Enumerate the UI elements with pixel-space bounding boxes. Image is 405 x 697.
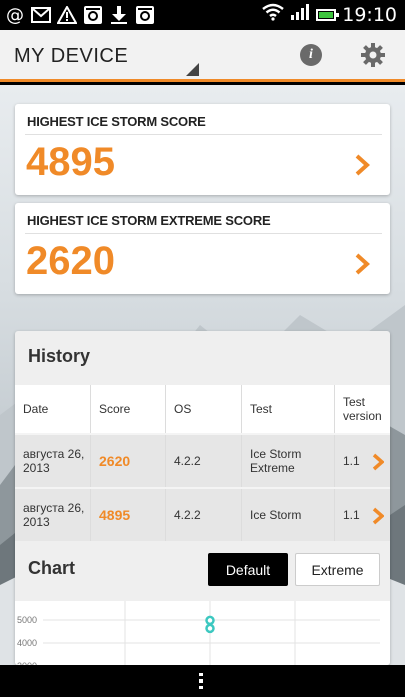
history-panel: History Date Score OS Test Test version … (15, 331, 390, 665)
table-row[interactable]: августа 26, 2013 2620 4.2.2 Ice Storm Ex… (15, 433, 390, 487)
card-score-value: 4895 (26, 140, 115, 184)
score-card-ice-storm[interactable]: HIGHEST ICE STORM SCORE 4895 (15, 104, 390, 195)
history-table: Date Score OS Test Test version августа … (15, 385, 390, 541)
info-button[interactable]: i (300, 44, 322, 66)
y-tick-label: 5000 (17, 615, 37, 625)
cell-os: 4.2.2 (166, 489, 242, 541)
menu-icon[interactable] (199, 673, 205, 689)
history-title: History (28, 346, 91, 366)
page-title[interactable]: MY DEVICE (14, 45, 128, 68)
column-header-test: Test (242, 385, 335, 433)
gear-icon[interactable] (360, 42, 386, 68)
divider (25, 134, 382, 135)
battery-icon (316, 8, 340, 21)
cell-os: 4.2.2 (166, 435, 242, 487)
table-row[interactable]: августа 26, 2013 4895 4.2.2 Ice Storm 1.… (15, 487, 390, 541)
extreme-chart-button[interactable]: Extreme (295, 553, 380, 586)
column-header-score: Score (91, 385, 166, 433)
cell-date: августа 26, 2013 (15, 435, 91, 487)
chart-title: Chart (28, 558, 76, 578)
cell-date: августа 26, 2013 (15, 489, 91, 541)
cell-test: Ice Storm (242, 489, 335, 541)
chart-point (205, 623, 215, 634)
chevron-right-icon[interactable] (372, 507, 385, 525)
download-icon (108, 4, 130, 26)
card-title: HIGHEST ICE STORM SCORE (27, 114, 206, 129)
at-sign-icon: @ (6, 4, 24, 26)
cell-test: Ice Storm Extreme (242, 435, 335, 487)
chevron-right-icon[interactable] (372, 453, 385, 471)
cell-score: 4895 (91, 489, 166, 541)
column-header-date: Date (15, 385, 91, 433)
divider (25, 233, 382, 234)
email-icon (30, 4, 52, 26)
navigation-bar (0, 665, 405, 697)
card-title: HIGHEST ICE STORM EXTREME SCORE (27, 213, 271, 228)
signal-icon (290, 3, 310, 26)
default-chart-button[interactable]: Default (208, 553, 288, 586)
score-card-ice-storm-extreme[interactable]: HIGHEST ICE STORM EXTREME SCORE 2620 (15, 203, 390, 294)
column-header-test-version: Test version (343, 395, 382, 423)
warning-icon (56, 4, 78, 26)
y-tick-label: 4000 (17, 638, 37, 648)
cell-score: 2620 (91, 435, 166, 487)
instagram-icon (82, 4, 104, 26)
chevron-right-icon[interactable] (354, 154, 370, 176)
chevron-right-icon[interactable] (354, 253, 370, 275)
card-score-value: 2620 (26, 239, 115, 283)
column-header-os: OS (166, 385, 242, 433)
app-bar: MY DEVICE i (0, 30, 405, 82)
instagram-icon (134, 4, 156, 26)
chart-svg: 500040003000 (17, 601, 380, 665)
clock: 19:10 (342, 3, 397, 26)
wifi-icon (262, 3, 285, 26)
table-header-row: Date Score OS Test Test version (15, 385, 390, 433)
score-chart: 500040003000 (15, 601, 390, 665)
dropdown-indicator-icon[interactable] (186, 63, 199, 76)
chart-point (205, 615, 215, 626)
status-bar: @ 19:10 (0, 0, 405, 30)
